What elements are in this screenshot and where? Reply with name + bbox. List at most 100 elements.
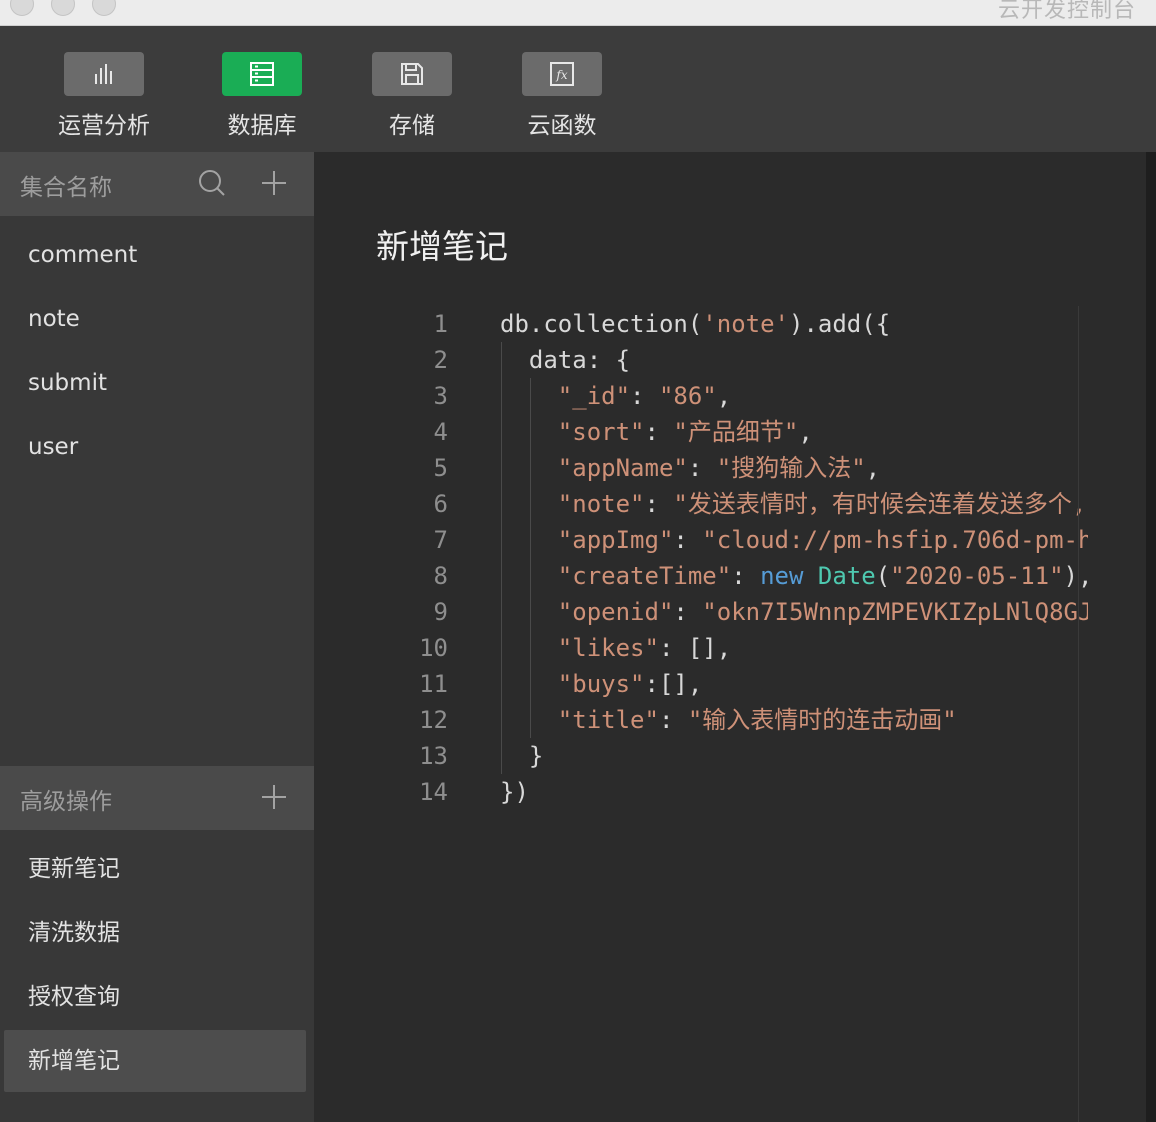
line-number: 14 xyxy=(419,778,448,806)
code-line: 14}) xyxy=(376,774,1088,810)
line-number: 12 xyxy=(419,706,448,734)
code-text: "title": "输入表情时的连击动画" xyxy=(500,702,957,738)
code-line: 5 "appName": "搜狗输入法", xyxy=(376,450,1088,486)
svg-text:fx: fx xyxy=(555,68,567,82)
code-token: : [], xyxy=(658,634,732,662)
code-editor[interactable]: 1 db.collection('note').add({2 data: {3 "… xyxy=(376,306,1088,1122)
code-token: new xyxy=(760,562,804,590)
page-title: 新增笔记 xyxy=(376,227,508,266)
code-token: "_id" xyxy=(557,382,631,410)
code-line: 8 "createTime": new Date("2020-05-11"), xyxy=(376,558,1088,594)
line-number: 4 xyxy=(433,418,448,446)
code-token: : xyxy=(731,562,761,590)
code-token: data: { xyxy=(500,346,631,374)
tool-storage[interactable]: 存储 xyxy=(357,52,467,140)
operation-item-update-notes[interactable]: 更新笔记 xyxy=(4,838,306,900)
code-line: 12 "title": "输入表情时的连击动画" xyxy=(376,702,1088,738)
add-operation-icon[interactable] xyxy=(260,782,288,816)
main-panel: 新增笔记 1 db.collection('note').add({2 data:… xyxy=(316,152,1146,1122)
collection-item-submit[interactable]: submit xyxy=(4,352,306,414)
top-toolbar: 运营分析 数据库 存储 fx 云函数 xyxy=(0,26,1156,152)
tool-analytics-label: 运营分析 xyxy=(58,113,150,139)
tool-cloud-functions[interactable]: fx 云函数 xyxy=(507,52,617,140)
code-line: 1 db.collection('note').add({ xyxy=(376,306,1088,342)
advanced-header: 高级操作 xyxy=(0,766,314,830)
tool-database[interactable]: 数据库 xyxy=(207,52,317,140)
advanced-header-label: 高级操作 xyxy=(20,789,112,815)
code-token: "note" xyxy=(557,490,645,518)
search-icon[interactable] xyxy=(198,168,226,202)
code-token: , xyxy=(865,454,881,482)
code-token: : xyxy=(687,454,717,482)
code-token: : xyxy=(658,706,688,734)
tool-database-label: 数据库 xyxy=(227,113,297,139)
sidebar: 集合名称 comment note submit user 高级操作 更新笔记 … xyxy=(0,152,314,1122)
code-text: "note": "发送表情时，有时候会连着发送多个, xyxy=(500,486,1087,522)
code-text: "sort": "产品细节", xyxy=(500,414,813,450)
code-token: "appImg" xyxy=(557,526,674,554)
code-token: :[], xyxy=(644,670,703,698)
code-text: "likes": [], xyxy=(500,630,731,666)
line-number: 13 xyxy=(419,742,448,770)
code-line: 4 "sort": "产品细节", xyxy=(376,414,1088,450)
code-line: 3 "_id": "86", xyxy=(376,378,1088,414)
code-text: "createTime": new Date("2020-05-11"), xyxy=(500,558,1088,594)
operation-item-add-note[interactable]: 新增笔记 xyxy=(4,1030,306,1092)
line-number: 7 xyxy=(433,526,448,554)
window-title: 云开发控制台 xyxy=(997,0,1136,23)
code-token: : xyxy=(630,382,659,410)
code-token: : xyxy=(644,418,674,446)
line-number: 10 xyxy=(419,634,448,662)
tool-storage-label: 存储 xyxy=(389,113,435,139)
code-text: "appImg": "cloud://pm-hsfip.706d-pm-h xyxy=(500,522,1088,558)
database-icon xyxy=(222,52,302,96)
collections-header: 集合名称 xyxy=(0,152,314,216)
collection-item-comment[interactable]: comment xyxy=(4,224,306,286)
code-token: : xyxy=(673,526,703,554)
operation-item-auth-query[interactable]: 授权查询 xyxy=(4,966,306,1028)
code-token: "产品细节" xyxy=(673,418,799,446)
code-line: 2 data: { xyxy=(376,342,1088,378)
tool-analytics[interactable]: 运营分析 xyxy=(49,52,159,140)
line-number: 3 xyxy=(433,382,448,410)
code-text: "_id": "86", xyxy=(500,378,731,414)
code-text: "openid": "okn7I5WnnpZMPEVKIZpLNlQ8GJ xyxy=(500,594,1088,630)
close-window-button[interactable] xyxy=(10,0,34,16)
code-text: "appName": "搜狗输入法", xyxy=(500,450,880,486)
code-token: "openid" xyxy=(557,598,674,626)
code-token: ( xyxy=(875,562,891,590)
code-token: }) xyxy=(500,778,529,806)
collections-header-label: 集合名称 xyxy=(20,175,112,201)
line-number: 8 xyxy=(433,562,448,590)
code-token: ), xyxy=(1063,562,1088,590)
code-token: "2020-05-11" xyxy=(890,562,1064,590)
editor-ruler xyxy=(1078,306,1079,1122)
collection-item-note[interactable]: note xyxy=(4,288,306,350)
code-token: 'note' xyxy=(702,310,789,338)
collection-item-user[interactable]: user xyxy=(4,416,306,478)
minimize-window-button[interactable] xyxy=(51,0,75,16)
code-token: : xyxy=(673,598,703,626)
right-scroll-edge xyxy=(1146,152,1156,1122)
code-token: "createTime" xyxy=(557,562,732,590)
code-token: "likes" xyxy=(557,634,659,662)
line-number: 9 xyxy=(433,598,448,626)
operation-item-clean-data[interactable]: 清洗数据 xyxy=(4,902,306,964)
add-collection-icon[interactable] xyxy=(260,168,288,202)
code-token: "输入表情时的连击动画" xyxy=(687,706,957,734)
code-line: 10 "likes": [], xyxy=(376,630,1088,666)
tool-cloud-functions-label: 云函数 xyxy=(527,113,597,139)
zoom-window-button[interactable] xyxy=(92,0,116,16)
function-icon: fx xyxy=(522,52,602,96)
code-text: data: { xyxy=(500,342,630,378)
line-number: 5 xyxy=(433,454,448,482)
code-text: "buys":[], xyxy=(500,666,703,702)
window-titlebar: 云开发控制台 xyxy=(0,0,1156,26)
